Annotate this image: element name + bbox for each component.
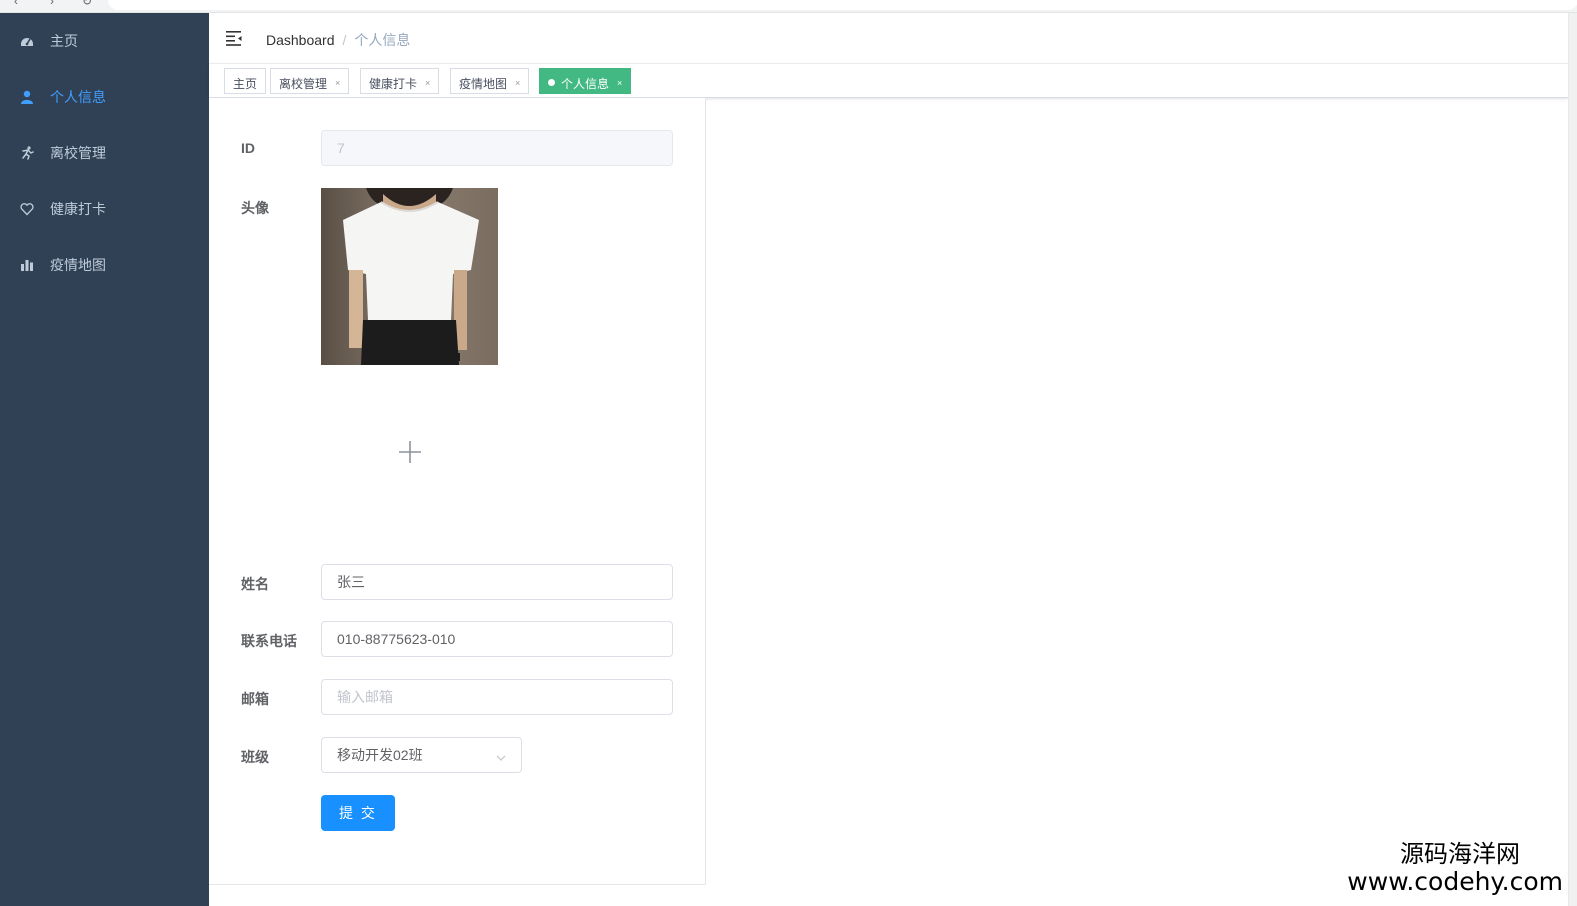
breadcrumb-separator: /: [342, 32, 347, 48]
phone-label: 联系电话: [241, 633, 297, 649]
heart-icon: [20, 202, 34, 216]
dashboard-icon: [20, 34, 34, 48]
address-bar[interactable]: [108, 0, 1577, 10]
tag-label: 疫情地图: [459, 77, 508, 91]
breadcrumb-current: 个人信息: [354, 32, 411, 48]
phone-input[interactable]: 010-88775623-010: [321, 621, 673, 657]
running-icon: [20, 146, 34, 160]
name-input[interactable]: 张三: [321, 564, 673, 600]
email-placeholder: 输入邮箱: [337, 689, 393, 705]
class-label: 班级: [241, 749, 269, 765]
tag-profile[interactable]: 个人信息 ×: [539, 68, 632, 94]
name-value: 张三: [337, 574, 365, 590]
class-select[interactable]: 移动开发02班: [321, 737, 522, 773]
tag-label: 离校管理: [279, 77, 328, 91]
tag-epidemic-map[interactable]: 疫情地图 ×: [450, 68, 530, 94]
tag-home[interactable]: 主页: [224, 68, 267, 94]
avatar-label: 头像: [241, 200, 269, 216]
id-value: 7: [337, 140, 345, 156]
id-label: ID: [241, 140, 255, 156]
sidebar-item-label: 主页: [50, 33, 78, 49]
sidebar-item-epidemic-map[interactable]: 疫情地图: [0, 237, 209, 293]
reload-icon[interactable]: ↻: [82, 0, 92, 8]
tag-health-checkin[interactable]: 健康打卡 ×: [360, 68, 440, 94]
close-icon[interactable]: ×: [425, 78, 430, 88]
sidebar-item-label: 个人信息: [50, 89, 106, 105]
email-label: 邮箱: [241, 691, 269, 707]
navbar: Dashboard / 个人信息: [209, 13, 1577, 64]
sidebar-item-profile[interactable]: 个人信息: [0, 69, 209, 125]
sidebar-item-leave-school[interactable]: 离校管理: [0, 125, 209, 181]
submit-button[interactable]: 提 交: [321, 795, 395, 831]
avatar-image: [321, 188, 498, 365]
sidebar-item-label: 健康打卡: [50, 201, 106, 217]
bar-chart-icon: [20, 258, 34, 272]
sidebar-item-home[interactable]: 主页: [0, 13, 209, 69]
close-icon[interactable]: ×: [617, 78, 622, 88]
close-icon[interactable]: ×: [515, 78, 520, 88]
back-icon[interactable]: ‹: [14, 0, 18, 8]
breadcrumb-dashboard[interactable]: Dashboard: [266, 32, 335, 48]
tag-leave-school[interactable]: 离校管理 ×: [270, 68, 350, 94]
forward-icon[interactable]: ›: [50, 0, 54, 8]
tag-label: 健康打卡: [369, 77, 418, 91]
page-scrollbar[interactable]: [1568, 13, 1577, 906]
hamburger-icon[interactable]: [225, 29, 243, 47]
watermark-line2: www.codehy.com: [1347, 867, 1563, 896]
active-dot-icon: [548, 79, 555, 86]
watermark-line1: 源码海洋网: [1400, 840, 1520, 868]
avatar-uploader[interactable]: [321, 365, 498, 542]
tag-label: 主页: [233, 77, 258, 91]
sidebar: 主页 个人信息 离校管理 健康打卡 疫情地图: [0, 13, 209, 906]
sidebar-item-health-checkin[interactable]: 健康打卡: [0, 181, 209, 237]
profile-form: ID 7 头像 姓名 张三 联系电话 010-88775623-010 邮箱 输…: [209, 98, 706, 885]
name-label: 姓名: [241, 576, 269, 592]
browser-toolbar: ‹ › ↻: [0, 0, 1577, 13]
email-input[interactable]: 输入邮箱: [321, 679, 673, 715]
user-icon: [20, 90, 34, 104]
plus-icon: [398, 440, 422, 467]
chevron-down-icon: [496, 750, 506, 761]
tags-view: 主页 离校管理 × 健康打卡 × 疫情地图 × 个人信息 ×: [209, 64, 1568, 98]
sidebar-item-label: 离校管理: [50, 145, 106, 161]
phone-value: 010-88775623-010: [337, 631, 456, 647]
tag-label: 个人信息: [561, 77, 610, 91]
class-value: 移动开发02班: [337, 747, 423, 763]
id-field: 7: [321, 130, 673, 166]
close-icon[interactable]: ×: [335, 78, 340, 88]
watermark: 源码海洋网 www.codehy.com: [1347, 840, 1563, 896]
breadcrumb: Dashboard / 个人信息: [266, 30, 410, 50]
sidebar-item-label: 疫情地图: [50, 257, 106, 273]
